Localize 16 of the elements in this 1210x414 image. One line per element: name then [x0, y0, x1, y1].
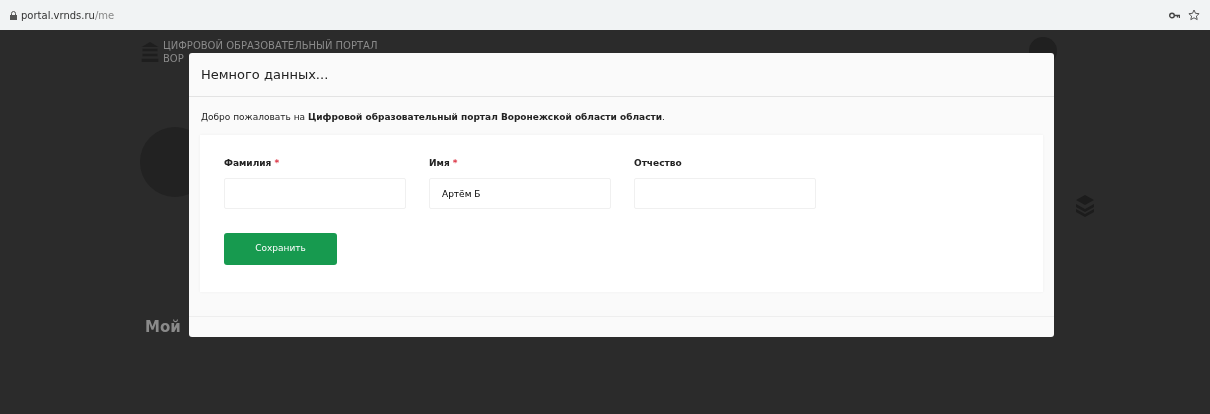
text-field[interactable]: Артём Б: [429, 178, 611, 209]
field-label: Фамилия: [224, 157, 272, 168]
save-button[interactable]: Сохранить: [224, 233, 337, 265]
lock-icon: [10, 10, 17, 20]
field-label: Отчество: [634, 157, 682, 168]
welcome-text: Добро пожаловать на Цифровой образовательный портал Воронежской области области.: [200, 111, 666, 124]
portal-title: ЦИФРОВОЙ ОБРАЗОВАТЕЛЬНЫЙ ПОРТАЛ: [163, 39, 378, 52]
key-icon[interactable]: [1169, 11, 1180, 19]
modal-title: Немного данных...: [201, 65, 329, 84]
required-mark: *: [274, 157, 280, 168]
section-title: Мой: [145, 317, 181, 338]
url-text[interactable]: portal.vrnds.ru/me: [21, 7, 115, 23]
field-label: Имя: [429, 157, 450, 168]
portal-title: ВОР: [163, 52, 185, 65]
star-icon[interactable]: [1188, 9, 1200, 21]
required-mark: *: [452, 157, 458, 168]
